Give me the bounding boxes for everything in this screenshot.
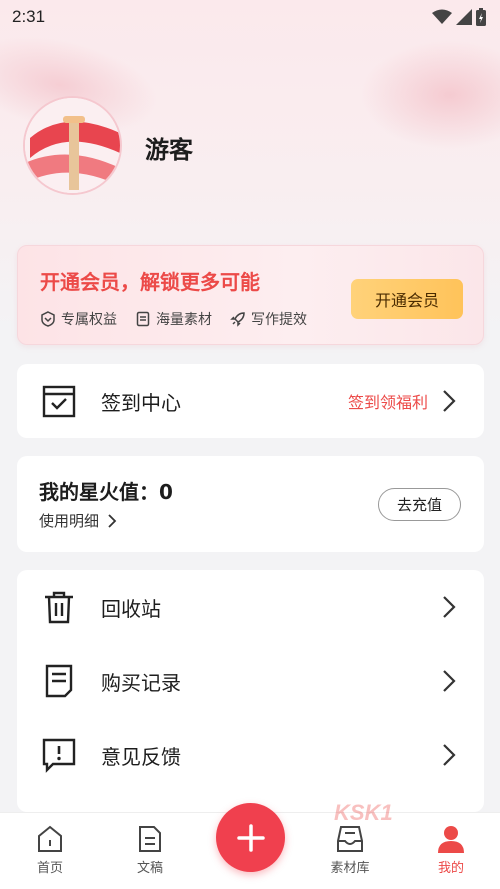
vip-card[interactable]: 开通会员，解锁更多可能 专属权益 海量素材 写作提效 开通会员 bbox=[17, 245, 484, 345]
calendar-check-icon bbox=[41, 383, 77, 419]
chevron-right-icon bbox=[442, 669, 458, 693]
status-time: 2:31 bbox=[12, 7, 46, 26]
material-library-icon bbox=[337, 826, 363, 852]
spark-value-title: 我的星火值：0 bbox=[39, 480, 173, 504]
menu-item-label: 购买记录 bbox=[101, 670, 181, 695]
nav-item-home[interactable]: 首页 bbox=[15, 813, 85, 889]
vip-feature: 专属权益 bbox=[40, 309, 117, 329]
watermark: KSK1 bbox=[334, 800, 393, 825]
chevron-right-icon bbox=[442, 595, 458, 619]
file-icon bbox=[136, 311, 150, 327]
vip-title: 开通会员，解锁更多可能 bbox=[40, 270, 260, 294]
home-icon bbox=[38, 825, 62, 852]
vip-feature: 写作提效 bbox=[230, 309, 307, 329]
spark-card: 我的星火值：0 使用明细 去充值 bbox=[17, 456, 484, 552]
trash-icon bbox=[41, 589, 77, 625]
decorative-swirl bbox=[360, 40, 500, 150]
chevron-right-icon bbox=[442, 389, 458, 413]
username: 游客 bbox=[145, 136, 193, 164]
menu-item-recycle-bin[interactable]: 回收站 bbox=[17, 570, 484, 644]
menu-item-label: 回收站 bbox=[101, 596, 161, 621]
nav-label: 我的 bbox=[437, 861, 464, 876]
usage-detail-link[interactable]: 使用明细 bbox=[39, 510, 117, 531]
nav-item-documents[interactable]: 文稿 bbox=[115, 813, 185, 889]
receipt-icon bbox=[41, 663, 77, 699]
document-icon bbox=[139, 826, 161, 852]
battery-icon bbox=[476, 8, 486, 26]
shield-icon bbox=[41, 311, 55, 327]
menu-item-purchase-records[interactable]: 购买记录 bbox=[17, 644, 484, 718]
vip-features: 专属权益 海量素材 写作提效 bbox=[40, 309, 307, 329]
menu-card: 回收站 购买记录 意见反馈 bbox=[17, 570, 484, 812]
vip-feature-label: 专属权益 bbox=[61, 312, 117, 328]
rocket-icon bbox=[230, 312, 245, 327]
open-vip-button[interactable]: 开通会员 bbox=[351, 279, 463, 319]
chevron-right-icon bbox=[442, 743, 458, 767]
checkin-row[interactable]: 签到中心 签到领福利 bbox=[17, 364, 484, 438]
usage-detail-label: 使用明细 bbox=[39, 512, 100, 530]
checkin-reward-text: 签到领福利 bbox=[347, 393, 428, 412]
checkin-label: 签到中心 bbox=[101, 390, 181, 415]
status-bar: 2:31 bbox=[0, 0, 500, 34]
menu-item-feedback[interactable]: 意见反馈 bbox=[17, 718, 484, 792]
avatar-image bbox=[25, 98, 120, 193]
vip-feature: 海量素材 bbox=[135, 309, 212, 329]
profile-icon bbox=[438, 826, 464, 853]
avatar[interactable] bbox=[23, 96, 122, 195]
signal-icon bbox=[456, 9, 472, 25]
chevron-right-icon bbox=[108, 513, 117, 528]
status-icons bbox=[432, 8, 486, 26]
vip-feature-label: 海量素材 bbox=[156, 312, 212, 328]
wifi-icon bbox=[432, 9, 452, 24]
feedback-icon bbox=[41, 737, 77, 773]
menu-item-label: 意见反馈 bbox=[101, 744, 181, 769]
nav-item-profile[interactable]: 我的 bbox=[416, 813, 486, 889]
nav-label: 素材库 bbox=[330, 861, 370, 876]
nav-label: 首页 bbox=[36, 861, 63, 876]
create-fab-button[interactable] bbox=[216, 803, 285, 872]
recharge-button[interactable]: 去充值 bbox=[378, 488, 461, 521]
plus-icon bbox=[236, 823, 265, 852]
checkin-card[interactable]: 签到中心 签到领福利 bbox=[17, 364, 484, 438]
vip-feature-label: 写作提效 bbox=[251, 312, 307, 328]
nav-label: 文稿 bbox=[136, 861, 163, 876]
